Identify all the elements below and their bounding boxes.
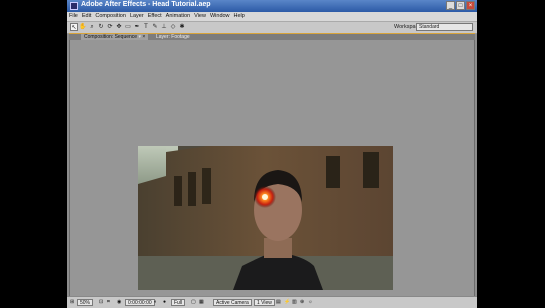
after-effects-window: Adobe After Effects - Head Tutorial.aep … [67, 0, 477, 308]
menu-view[interactable]: View [192, 12, 208, 21]
title-bar: Adobe After Effects - Head Tutorial.aep … [67, 0, 477, 12]
flowchart-icon[interactable]: ⊕ [300, 299, 304, 306]
resolution-select[interactable]: Full [171, 299, 186, 306]
window-arch-3 [202, 168, 211, 204]
menu-bar: File Edit Composition Layer Effect Anima… [67, 12, 477, 22]
maximize-button[interactable]: □ [456, 1, 465, 10]
magnification-select[interactable]: 50% [77, 299, 94, 306]
close-button[interactable]: × [466, 1, 475, 10]
view-layout-select[interactable]: 1 View [254, 299, 275, 306]
after-effects-app-icon [70, 2, 78, 10]
hand-tool-icon[interactable]: ✋ [79, 23, 87, 31]
window-arch-5 [363, 152, 379, 188]
workspace-value: Standard [419, 24, 440, 30]
window-arch-1 [174, 176, 182, 206]
window-arch-2 [188, 172, 196, 206]
current-time-display[interactable]: 0:00:00:00 [125, 299, 155, 306]
menu-animation[interactable]: Animation [164, 12, 192, 21]
composition-viewer[interactable] [69, 40, 475, 296]
pen-tool-icon[interactable]: ✒ [133, 23, 141, 31]
menu-layer[interactable]: Layer [128, 12, 146, 21]
menu-composition[interactable]: Composition [93, 12, 128, 21]
color-channel-icon[interactable]: ● [163, 299, 166, 306]
red-eye-core [262, 194, 268, 200]
puppet-tool-icon[interactable]: ✱ [178, 23, 186, 31]
timeline-icon[interactable]: ▥ [292, 299, 297, 306]
camera-select[interactable]: Active Camera [213, 299, 252, 306]
orbit-camera-tool-icon[interactable]: ⟳ [106, 23, 114, 31]
exposure-icon[interactable]: ☼ [308, 299, 313, 306]
grid-icon[interactable]: ⌗ [107, 299, 110, 306]
show-channel-icon[interactable]: ◐ [154, 299, 157, 306]
safe-zones-icon[interactable]: ⊡ [99, 299, 103, 306]
eraser-tool-icon[interactable]: ◇ [169, 23, 177, 31]
menu-file[interactable]: File [67, 12, 80, 21]
magnification-icon[interactable]: ⊞ [70, 299, 74, 306]
transparency-grid-icon[interactable]: ▦ [199, 299, 204, 306]
region-of-interest-icon[interactable]: ▢ [191, 299, 196, 306]
viewer-controls-bar: ⊞ 50% ⊡ ⌗ ◉ 0:00:00:00 ◐ ● Full ▢ ▦ Acti… [67, 296, 477, 308]
zoom-tool-icon[interactable]: ⌕ [88, 23, 96, 31]
snapshot-icon[interactable]: ◉ [117, 299, 121, 306]
window-arch-4 [326, 156, 340, 188]
clone-stamp-tool-icon[interactable]: ⊥ [160, 23, 168, 31]
menu-effect[interactable]: Effect [146, 12, 164, 21]
fast-previews-icon[interactable]: ⚡ [284, 299, 290, 306]
window-title: Adobe After Effects - Head Tutorial.aep [81, 1, 211, 8]
menu-help[interactable]: Help [232, 12, 247, 21]
composition-frame[interactable] [138, 146, 393, 290]
menu-window[interactable]: Window [208, 12, 232, 21]
brush-tool-icon[interactable]: ✎ [151, 23, 159, 31]
toggle-pixel-aspect-icon[interactable]: ▤ [276, 299, 281, 306]
rotation-tool-icon[interactable]: ↻ [97, 23, 105, 31]
workspace-select[interactable]: Standard [416, 23, 473, 31]
menu-edit[interactable]: Edit [80, 12, 93, 21]
type-tool-icon[interactable]: T [142, 23, 150, 31]
minimize-button[interactable]: _ [446, 1, 455, 10]
pan-behind-tool-icon[interactable]: ✥ [115, 23, 123, 31]
rectangle-mask-tool-icon[interactable]: ▭ [124, 23, 132, 31]
selection-tool-icon[interactable]: ↖ [70, 23, 78, 31]
